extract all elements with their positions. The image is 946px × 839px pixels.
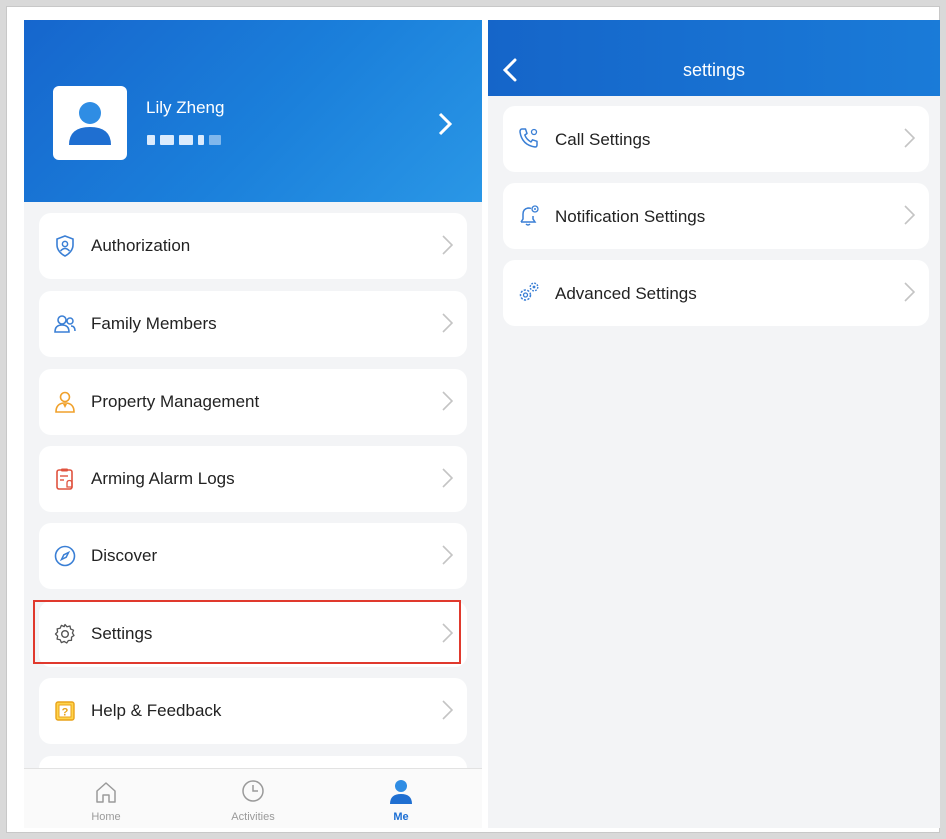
profile-header[interactable]: Lily Zheng <box>24 20 482 202</box>
chevron-right-icon <box>442 313 453 333</box>
nav-bar: settings <box>488 20 940 96</box>
chevron-right-icon <box>442 545 453 565</box>
gears-icon <box>519 282 539 301</box>
tab-home-label: Home <box>91 811 121 823</box>
settings-item-label: Notification Settings <box>555 207 706 226</box>
tab-activities-label: Activities <box>231 811 275 823</box>
bell-gear-icon <box>520 205 539 226</box>
help-icon: ? <box>55 701 75 721</box>
settings-item-label: Call Settings <box>555 130 651 149</box>
shield-user-icon <box>56 235 74 257</box>
chevron-right-icon <box>442 700 453 720</box>
menu-item-label: Authorization <box>91 236 191 255</box>
menu-item-label: Arming Alarm Logs <box>91 469 235 488</box>
compass-icon <box>54 545 76 567</box>
user-icon <box>390 780 412 804</box>
chevron-right-icon <box>904 282 915 302</box>
menu-item-property-management[interactable]: Property Management <box>39 369 467 435</box>
bottom-tab-bar: Home Activities Me <box>24 768 482 828</box>
menu-item-label: Property Management <box>91 392 260 411</box>
settings-screen: settings Call Settings Notification Sett… <box>488 20 940 828</box>
me-screen: Lily Zheng Authorization Family Members <box>24 20 482 828</box>
menu-item-label: Discover <box>91 546 158 565</box>
home-icon <box>96 782 116 803</box>
menu-item-authorization[interactable]: Authorization <box>39 213 467 279</box>
page-title: settings <box>682 60 746 80</box>
phone-gear-icon <box>519 128 538 148</box>
menu-item-discover[interactable]: Discover <box>39 523 467 589</box>
settings-item-notification[interactable]: Notification Settings <box>503 183 929 249</box>
chevron-right-icon <box>442 391 453 411</box>
user-avatar-icon <box>69 102 111 145</box>
settings-item-call[interactable]: Call Settings <box>503 106 929 172</box>
masked-user-id <box>147 134 243 146</box>
menu-item-label: Family Members <box>91 314 217 333</box>
settings-item-advanced[interactable]: Advanced Settings <box>503 260 929 326</box>
tab-me[interactable]: Me <box>346 769 456 828</box>
tab-activities[interactable]: Activities <box>198 769 308 828</box>
svg-text:?: ? <box>62 707 69 719</box>
alarm-log-icon <box>56 468 73 490</box>
clock-icon <box>242 780 264 802</box>
chevron-right-icon <box>442 468 453 488</box>
tab-me-label: Me <box>393 811 409 823</box>
avatar[interactable] <box>53 86 127 160</box>
property-manager-icon <box>55 391 75 413</box>
chevron-right-icon <box>904 128 915 148</box>
settings-item-label: Advanced Settings <box>555 284 697 303</box>
menu-item-family-members[interactable]: Family Members <box>39 291 467 357</box>
menu-item-arming-alarm-logs[interactable]: Arming Alarm Logs <box>39 446 467 512</box>
menu-item-help-feedback[interactable]: ? Help & Feedback <box>39 678 467 744</box>
family-members-icon <box>54 315 76 333</box>
user-name: Lily Zheng <box>146 98 225 117</box>
chevron-right-icon[interactable] <box>438 112 453 140</box>
tab-home[interactable]: Home <box>51 769 161 828</box>
menu-item-label: Help & Feedback <box>91 701 222 720</box>
chevron-right-icon <box>442 235 453 255</box>
chevron-right-icon <box>904 205 915 225</box>
settings-highlight-box <box>33 600 461 664</box>
